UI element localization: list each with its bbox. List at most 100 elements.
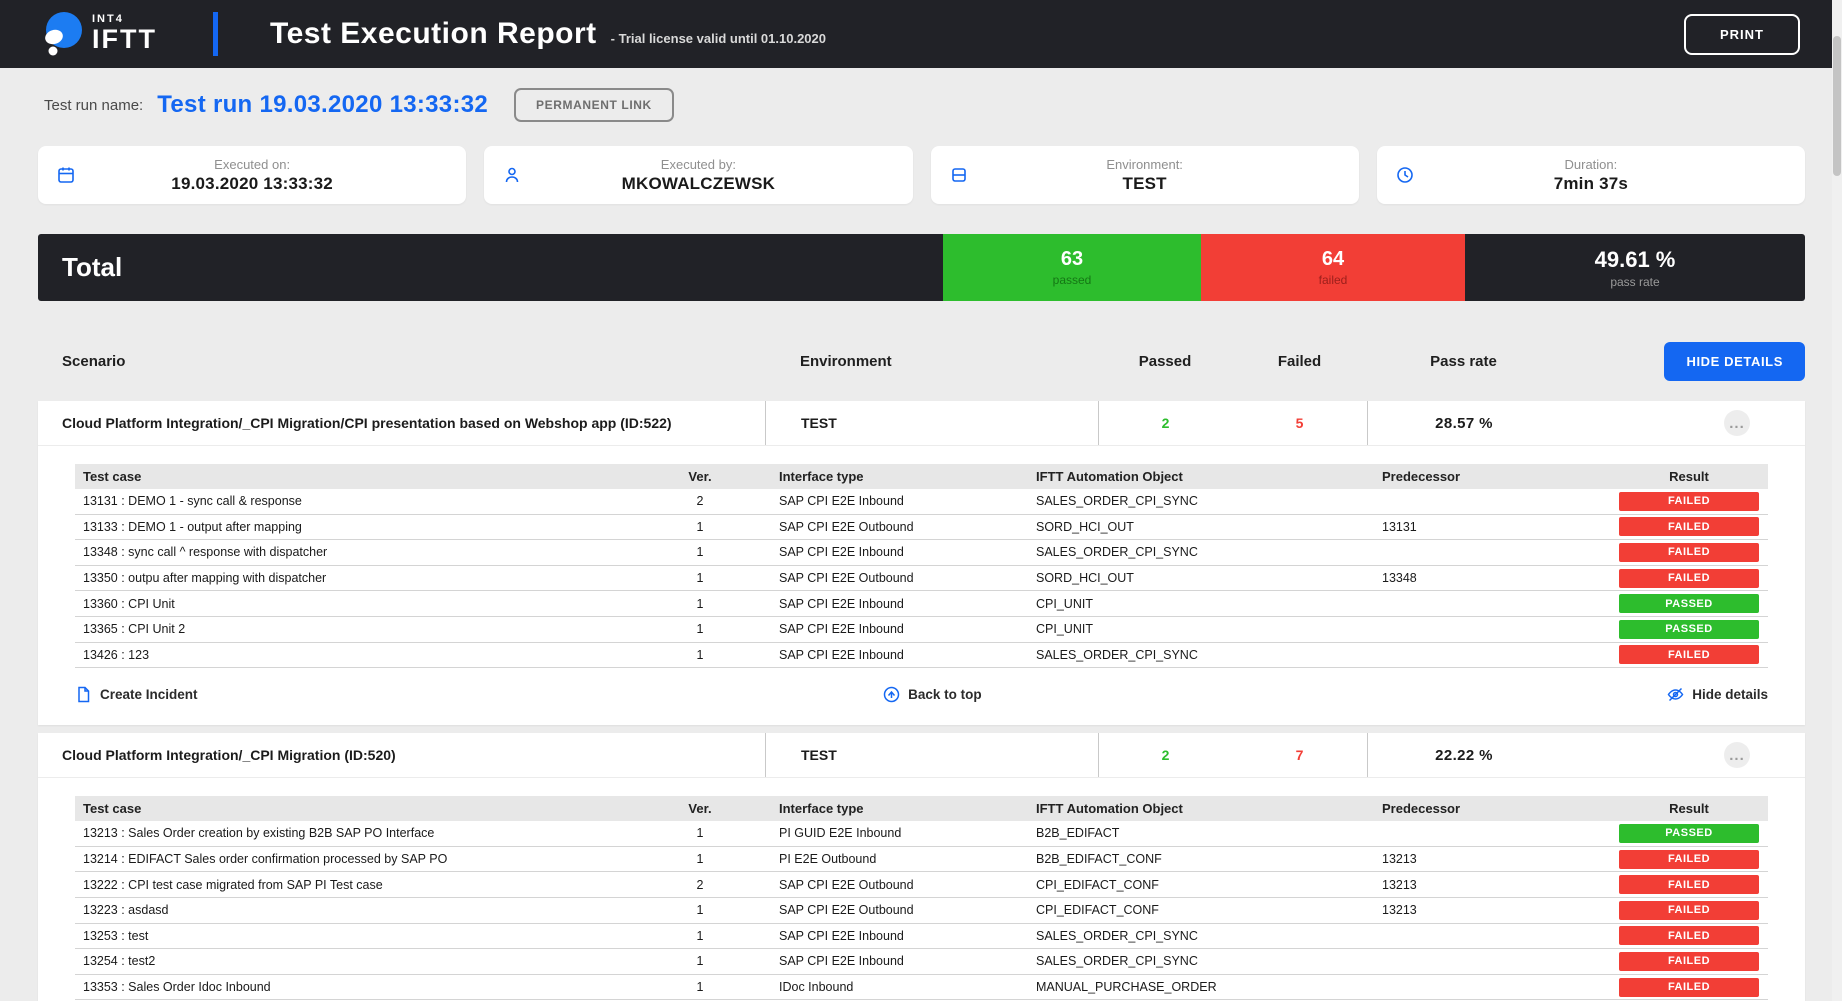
column-scenario: Scenario [38, 353, 765, 370]
test-case-name: 13213 : Sales Order creation by existing… [75, 826, 660, 840]
scenario-summary-row[interactable]: Cloud Platform Integration/_CPI Migratio… [38, 401, 1805, 446]
test-case-object: B2B_EDIFACT_CONF [997, 852, 1343, 866]
app-header: INT4 IFTT Test Execution Report - Trial … [0, 0, 1842, 68]
test-case-version: 1 [660, 622, 740, 636]
test-case-table-header: Test case Ver. Interface type IFTT Autom… [75, 796, 1768, 821]
hide-details-link[interactable]: Hide details [1667, 686, 1768, 703]
column-result: Result [1613, 801, 1765, 816]
column-automation-object: IFTT Automation Object [997, 469, 1343, 484]
test-case-predecessor: 13213 [1343, 878, 1613, 892]
back-to-top-link[interactable]: Back to top [883, 686, 982, 703]
scrollbar-thumb[interactable] [1833, 36, 1841, 176]
card-label: Duration: [1415, 157, 1767, 172]
vertical-scrollbar[interactable] [1832, 0, 1842, 1001]
table-row[interactable]: 13350 : outpu after mapping with dispatc… [75, 566, 1768, 592]
test-case-name: 13426 : 123 [75, 648, 660, 662]
clock-icon [1395, 165, 1415, 185]
table-row[interactable]: 13426 : 123 1 SAP CPI E2E Inbound SALES_… [75, 643, 1768, 669]
test-case-name: 13353 : Sales Order Idoc Inbound [75, 980, 660, 994]
scenario-column-headers: Scenario Environment Passed Failed Pass … [38, 342, 1805, 380]
card-value: MKOWALCZEWSK [522, 174, 874, 194]
table-row[interactable]: 13348 : sync call ^ response with dispat… [75, 540, 1768, 566]
result-badge: FAILED [1619, 926, 1759, 945]
result-badge: FAILED [1619, 875, 1759, 894]
total-pass-rate-caption: pass rate [1610, 275, 1659, 289]
result-badge: FAILED [1619, 645, 1759, 664]
total-passed-segment: 63 passed [943, 234, 1201, 301]
table-row[interactable]: 13253 : test 1 SAP CPI E2E Inbound SALES… [75, 924, 1768, 950]
test-case-object: CPI_EDIFACT_CONF [997, 878, 1343, 892]
table-row[interactable]: 13254 : test2 1 SAP CPI E2E Inbound SALE… [75, 949, 1768, 975]
result-badge: FAILED [1619, 850, 1759, 869]
card-value: 7min 37s [1415, 174, 1767, 194]
header-divider [213, 12, 218, 56]
test-case-name: 13133 : DEMO 1 - output after mapping [75, 520, 660, 534]
test-case-version: 1 [660, 852, 740, 866]
result-badge: PASSED [1619, 824, 1759, 843]
card-label: Executed on: [76, 157, 428, 172]
test-case-name: 13253 : test [75, 929, 660, 943]
test-case-object: SALES_ORDER_CPI_SYNC [997, 494, 1343, 508]
result-badge: PASSED [1619, 620, 1759, 639]
test-case-interface: SAP CPI E2E Outbound [740, 520, 997, 534]
scenario-summary-row[interactable]: Cloud Platform Integration/_CPI Migratio… [38, 733, 1805, 778]
test-case-interface: SAP CPI E2E Inbound [740, 494, 997, 508]
total-pass-rate-value: 49.61 % [1595, 247, 1676, 273]
scenario-menu-button[interactable]: ... [1724, 410, 1750, 436]
permanent-link-button[interactable]: PERMANENT LINK [514, 88, 674, 122]
scenario-name: Cloud Platform Integration/_CPI Migratio… [38, 401, 765, 445]
test-case-predecessor: 13131 [1343, 520, 1613, 534]
column-predecessor: Predecessor [1343, 801, 1613, 816]
test-case-name: 13360 : CPI Unit [75, 597, 660, 611]
test-case-interface: IDoc Inbound [740, 980, 997, 994]
test-case-version: 1 [660, 597, 740, 611]
table-row[interactable]: 13353 : Sales Order Idoc Inbound 1 IDoc … [75, 975, 1768, 1001]
total-label: Total [62, 252, 122, 283]
test-case-name: 13350 : outpu after mapping with dispatc… [75, 571, 660, 585]
test-run-row: Test run name: Test run 19.03.2020 13:33… [44, 88, 1842, 122]
scenario-menu-button[interactable]: ... [1724, 742, 1750, 768]
table-row[interactable]: 13365 : CPI Unit 2 1 SAP CPI E2E Inbound… [75, 617, 1768, 643]
license-note: - Trial license valid until 01.10.2020 [611, 31, 826, 46]
scenario-block-520: Cloud Platform Integration/_CPI Migratio… [38, 733, 1805, 1001]
result-badge: FAILED [1619, 492, 1759, 511]
card-value: TEST [969, 174, 1321, 194]
table-row[interactable]: 13360 : CPI Unit 1 SAP CPI E2E Inbound C… [75, 591, 1768, 617]
test-case-predecessor: 13213 [1343, 852, 1613, 866]
test-case-interface: PI E2E Outbound [740, 852, 997, 866]
back-to-top-icon [883, 686, 900, 703]
test-case-object: SALES_ORDER_CPI_SYNC [997, 929, 1343, 943]
table-row[interactable]: 13131 : DEMO 1 - sync call & response 2 … [75, 489, 1768, 515]
page-title: Test Execution Report [270, 17, 597, 51]
scenario-failed-count: 5 [1232, 401, 1367, 445]
calendar-icon [56, 165, 76, 185]
test-case-interface: SAP CPI E2E Inbound [740, 545, 997, 559]
column-environment: Environment [765, 353, 1098, 370]
hide-details-label: Hide details [1692, 687, 1768, 702]
table-row[interactable]: 13133 : DEMO 1 - output after mapping 1 … [75, 515, 1768, 541]
hide-details-button[interactable]: HIDE DETAILS [1664, 342, 1805, 381]
scenario-environment: TEST [765, 401, 1098, 445]
test-case-predecessor: 13213 [1343, 903, 1613, 917]
column-failed: Failed [1232, 353, 1367, 370]
test-case-object: CPI_UNIT [997, 597, 1343, 611]
print-button[interactable]: PRINT [1684, 14, 1800, 55]
column-version: Ver. [660, 469, 740, 484]
test-case-object: SORD_HCI_OUT [997, 571, 1343, 585]
test-case-interface: SAP CPI E2E Outbound [740, 903, 997, 917]
create-incident-link[interactable]: Create Incident [75, 686, 198, 703]
column-interface-type: Interface type [740, 801, 997, 816]
total-passed-caption: passed [1053, 273, 1092, 287]
table-row[interactable]: 13222 : CPI test case migrated from SAP … [75, 872, 1768, 898]
test-case-name: 13223 : asdasd [75, 903, 660, 917]
scenario-pass-rate: 22.22 % [1367, 733, 1560, 777]
table-row[interactable]: 13214 : EDIFACT Sales order confirmation… [75, 847, 1768, 873]
test-case-interface: SAP CPI E2E Inbound [740, 648, 997, 662]
card-environment: Environment: TEST [931, 146, 1359, 204]
test-case-version: 2 [660, 494, 740, 508]
test-case-interface: SAP CPI E2E Inbound [740, 954, 997, 968]
table-row[interactable]: 13213 : Sales Order creation by existing… [75, 821, 1768, 847]
table-row[interactable]: 13223 : asdasd 1 SAP CPI E2E Outbound CP… [75, 898, 1768, 924]
test-case-predecessor: 13348 [1343, 571, 1613, 585]
test-run-label: Test run name: [44, 97, 143, 114]
